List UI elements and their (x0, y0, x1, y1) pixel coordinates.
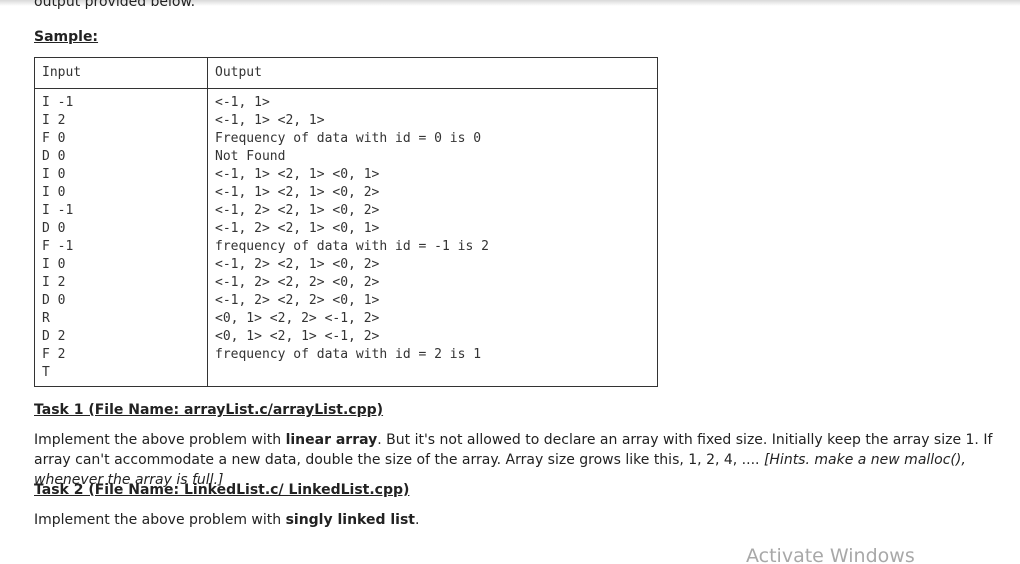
input-line: I 0 (42, 167, 66, 182)
task1-paragraph: Implement the above problem with linear … (34, 430, 1009, 490)
input-line: I 0 (42, 185, 66, 200)
input-line: D 0 (42, 221, 66, 236)
output-cell: <-1, 1> <-1, 1> <2, 1> Frequency of data w… (207, 88, 658, 387)
input-line: F 0 (42, 131, 66, 146)
output-line: <-1, 2> <2, 2> <0, 1> (215, 293, 380, 308)
input-line: D 0 (42, 149, 66, 164)
table-header-row: Input Output (34, 57, 658, 89)
task2-text-start: Implement the above problem with (34, 512, 286, 528)
output-line: Frequency of data with id = 0 is 0 (215, 131, 482, 146)
output-line: <-1, 2> <2, 2> <0, 2> (215, 275, 380, 290)
output-line: frequency of data with id = -1 is 2 (215, 239, 489, 254)
table-body-row: I -1 I 2 F 0 D 0 I 0 I 0 I -1 D 0 F -1 I 0 I 2 D 0 R… (34, 88, 658, 387)
output-line: <-1, 2> <2, 1> <0, 2> (215, 203, 380, 218)
output-line: <-1, 2> <2, 1> <0, 2> (215, 257, 380, 272)
task2-text-end: . (415, 512, 420, 528)
output-line: frequency of data with id = 2 is 1 (215, 347, 482, 362)
output-header: Output (207, 57, 658, 89)
input-line: I -1 (42, 95, 74, 110)
output-line: <0, 1> <2, 2> <-1, 2> (215, 311, 380, 326)
task2-title: Task 2 (File Name: LinkedList.c/ LinkedL… (34, 482, 410, 498)
input-header: Input (34, 57, 208, 89)
intro-cut-text: output provided below. (34, 0, 196, 10)
input-line: R (42, 311, 50, 326)
output-line: <-1, 1> (215, 95, 270, 110)
input-line: I -1 (42, 203, 74, 218)
output-line: Not Found (215, 149, 286, 164)
activate-windows-watermark: Activate Windows (746, 545, 915, 564)
task2-paragraph: Implement the above problem with singly … (34, 510, 1009, 530)
input-line: D 2 (42, 329, 66, 344)
input-line: I 0 (42, 257, 66, 272)
output-line: <-1, 1> <2, 1> <0, 2> (215, 185, 380, 200)
output-line: <-1, 1> <2, 1> <0, 1> (215, 167, 380, 182)
sample-heading: Sample: (34, 29, 99, 45)
output-line: <0, 1> <2, 1> <-1, 2> (215, 329, 380, 344)
task1-text-bold: linear array (285, 432, 378, 448)
sample-io-table: Input Output I -1 I 2 F 0 D 0 I 0 I 0 I -1 D 0 F… (34, 57, 658, 387)
input-line: I 2 (42, 275, 66, 290)
task1-text-start: Implement the above problem with (34, 432, 286, 448)
input-line: I 2 (42, 113, 66, 128)
task2-text-bold: singly linked list (285, 512, 415, 528)
input-line: F -1 (42, 239, 74, 254)
output-line: <-1, 1> <2, 1> (215, 113, 325, 128)
input-line: F 2 (42, 347, 66, 362)
input-line: D 0 (42, 293, 66, 308)
input-line: T (42, 365, 50, 380)
task1-title: Task 1 (File Name: arrayList.c/arrayList… (34, 402, 384, 418)
output-line: <-1, 2> <2, 1> <0, 1> (215, 221, 380, 236)
input-cell: I -1 I 2 F 0 D 0 I 0 I 0 I -1 D 0 F -1 I 0 I 2 D 0 R… (34, 88, 208, 387)
